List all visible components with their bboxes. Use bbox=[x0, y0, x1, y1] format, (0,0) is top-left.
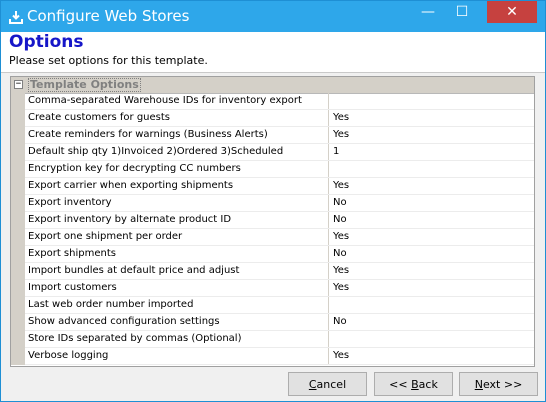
wizard-footer: Cancel << Back Next >> bbox=[1, 367, 545, 401]
row-gutter bbox=[11, 314, 25, 331]
maximize-button[interactable]: ☐ bbox=[445, 1, 479, 23]
row-gutter bbox=[11, 195, 25, 212]
category-header[interactable]: − Template Options bbox=[11, 77, 534, 94]
minimize-button[interactable]: — bbox=[411, 1, 445, 23]
property-value[interactable]: 1 bbox=[329, 144, 534, 160]
configure-web-stores-window: Configure Web Stores — ☐ ✕ Options Pleas… bbox=[0, 0, 546, 402]
row-gutter bbox=[11, 348, 25, 365]
property-value[interactable]: Yes bbox=[329, 110, 534, 126]
row-gutter bbox=[11, 93, 25, 110]
row-gutter bbox=[11, 263, 25, 280]
property-row[interactable]: Create reminders for warnings (Business … bbox=[11, 127, 534, 144]
property-name: Create reminders for warnings (Business … bbox=[25, 127, 329, 143]
property-name: Export inventory by alternate product ID bbox=[25, 212, 329, 228]
row-gutter bbox=[11, 297, 25, 314]
row-gutter bbox=[11, 331, 25, 348]
property-row[interactable]: Comma-separated Warehouse IDs for invent… bbox=[11, 93, 534, 110]
property-row[interactable]: Export inventory by alternate product ID… bbox=[11, 212, 534, 229]
property-name: Last web order number imported bbox=[25, 297, 329, 313]
next-button[interactable]: Next >> bbox=[459, 372, 538, 396]
row-gutter bbox=[11, 161, 25, 178]
property-row[interactable]: Export carrier when exporting shipments Y… bbox=[11, 178, 534, 195]
property-value[interactable] bbox=[329, 161, 534, 177]
property-row[interactable]: Encryption key for decrypting CC numbers bbox=[11, 161, 534, 178]
property-row[interactable]: Export shipments No bbox=[11, 246, 534, 263]
back-label: ack bbox=[418, 377, 438, 391]
next-accelerator: N bbox=[474, 377, 483, 391]
property-rows: Comma-separated Warehouse IDs for invent… bbox=[11, 93, 534, 365]
property-value[interactable]: Yes bbox=[329, 280, 534, 296]
property-value[interactable]: No bbox=[329, 212, 534, 228]
property-name: Import bundles at default price and adju… bbox=[25, 263, 329, 279]
property-name: Export inventory bbox=[25, 195, 329, 211]
cancel-accelerator: C bbox=[308, 377, 317, 391]
back-button[interactable]: << Back bbox=[374, 372, 453, 396]
property-value[interactable] bbox=[329, 93, 534, 109]
property-name: Export one shipment per order bbox=[25, 229, 329, 245]
title-bar[interactable]: Configure Web Stores — ☐ ✕ bbox=[1, 1, 545, 32]
category-label: Template Options bbox=[28, 78, 141, 92]
property-value[interactable]: Yes bbox=[329, 178, 534, 194]
property-name: Create customers for guests bbox=[25, 110, 329, 126]
property-row[interactable]: Last web order number imported bbox=[11, 297, 534, 314]
property-value[interactable] bbox=[329, 297, 534, 313]
row-gutter bbox=[11, 127, 25, 144]
close-button[interactable]: ✕ bbox=[487, 1, 537, 23]
property-name: Verbose logging bbox=[25, 348, 329, 364]
property-row[interactable]: Default ship qty 1)Invoiced 2)Ordered 3)… bbox=[11, 144, 534, 161]
property-row[interactable]: Verbose logging Yes bbox=[11, 348, 534, 365]
next-label: ext >> bbox=[482, 377, 523, 391]
property-name: Default ship qty 1)Invoiced 2)Ordered 3)… bbox=[25, 144, 329, 160]
property-name: Encryption key for decrypting CC numbers bbox=[25, 161, 329, 177]
property-row[interactable]: Store IDs separated by commas (Optional) bbox=[11, 331, 534, 348]
property-row[interactable]: Import bundles at default price and adju… bbox=[11, 263, 534, 280]
row-gutter bbox=[11, 212, 25, 229]
wizard-header: Options Please set options for this temp… bbox=[1, 32, 545, 73]
download-tray-icon bbox=[9, 9, 23, 24]
property-row[interactable]: Export inventory No bbox=[11, 195, 534, 212]
row-gutter bbox=[11, 280, 25, 297]
property-value[interactable]: Yes bbox=[329, 348, 534, 364]
property-name: Show advanced configuration settings bbox=[25, 314, 329, 330]
property-value[interactable]: Yes bbox=[329, 229, 534, 245]
page-subtitle: Please set options for this template. bbox=[9, 54, 208, 67]
row-gutter bbox=[11, 178, 25, 195]
row-gutter bbox=[11, 229, 25, 246]
row-gutter bbox=[11, 246, 25, 263]
cancel-label: ancel bbox=[316, 377, 347, 391]
property-name: Store IDs separated by commas (Optional) bbox=[25, 331, 329, 347]
property-value[interactable]: No bbox=[329, 314, 534, 330]
property-name: Comma-separated Warehouse IDs for invent… bbox=[25, 93, 329, 109]
property-value[interactable]: Yes bbox=[329, 127, 534, 143]
property-value[interactable] bbox=[329, 331, 534, 347]
property-name: Import customers bbox=[25, 280, 329, 296]
property-row[interactable]: Export one shipment per order Yes bbox=[11, 229, 534, 246]
property-value[interactable]: Yes bbox=[329, 263, 534, 279]
property-name: Export shipments bbox=[25, 246, 329, 262]
property-row[interactable]: Show advanced configuration settings No bbox=[11, 314, 534, 331]
property-grid[interactable]: − Template Options Comma-separated Wareh… bbox=[10, 76, 535, 367]
property-row[interactable]: Import customers Yes bbox=[11, 280, 534, 297]
property-name: Export carrier when exporting shipments bbox=[25, 178, 329, 194]
row-gutter bbox=[11, 144, 25, 161]
back-prefix: << bbox=[389, 377, 412, 391]
property-value[interactable]: No bbox=[329, 195, 534, 211]
property-row[interactable]: Create customers for guests Yes bbox=[11, 110, 534, 127]
page-title: Options bbox=[9, 32, 84, 52]
property-value[interactable]: No bbox=[329, 246, 534, 262]
back-accelerator: B bbox=[411, 377, 419, 391]
collapse-toggle-icon[interactable]: − bbox=[14, 80, 23, 89]
row-gutter bbox=[11, 110, 25, 127]
cancel-button[interactable]: Cancel bbox=[288, 372, 367, 396]
window-title: Configure Web Stores bbox=[27, 7, 190, 25]
